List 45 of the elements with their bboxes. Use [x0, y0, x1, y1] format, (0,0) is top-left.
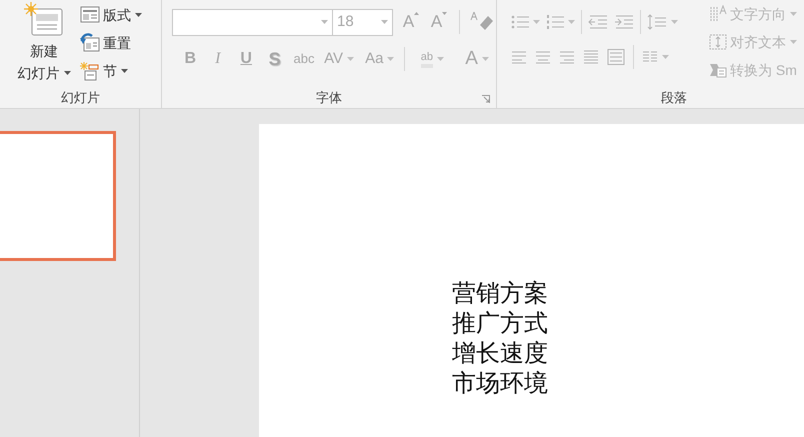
- layout-icon: [80, 5, 100, 25]
- caret-icon: [482, 57, 489, 61]
- line-spacing-icon: [647, 14, 667, 30]
- group-label: 幻灯片: [60, 89, 101, 107]
- numbering-icon: [546, 14, 564, 30]
- section-icon: [80, 61, 100, 81]
- caret-icon: [121, 69, 128, 73]
- caret-icon: [442, 12, 448, 15]
- layout-button[interactable]: 版式: [80, 4, 142, 26]
- caret-icon: [437, 57, 444, 61]
- align-center-icon: [535, 49, 551, 65]
- justify-icon: [583, 49, 599, 65]
- caret-icon: [414, 12, 420, 15]
- slide-text-line: 推广方式: [452, 308, 548, 338]
- align-left-icon: [511, 49, 527, 65]
- caret-icon: [790, 40, 797, 44]
- caret-icon: [321, 20, 328, 24]
- reset-button[interactable]: 重置: [80, 32, 142, 54]
- align-right-icon: [559, 49, 575, 65]
- caret-icon: [347, 57, 354, 61]
- slide-thumbnail[interactable]: [0, 131, 116, 261]
- reset-icon: [80, 33, 100, 53]
- distribute-icon: [607, 49, 625, 65]
- bullets-icon: [511, 14, 529, 30]
- smartart-icon: [709, 61, 727, 79]
- slide-text-line: 营销方案: [452, 278, 548, 308]
- caret-icon: [64, 71, 70, 75]
- direction-icon: [709, 5, 727, 23]
- caret-icon: [533, 20, 540, 24]
- group-label: 字体: [316, 89, 342, 107]
- caret-icon: [135, 13, 142, 17]
- caret-icon: [387, 57, 394, 61]
- increase-indent-icon: [614, 14, 634, 30]
- caret-icon: [662, 55, 669, 59]
- group-label: 段落: [661, 89, 687, 108]
- section-button[interactable]: 节: [80, 60, 142, 82]
- caret-icon: [568, 20, 575, 24]
- caret-icon: [790, 12, 797, 16]
- caret-icon: [381, 20, 388, 24]
- align-icon: [709, 33, 727, 51]
- new-slide-button[interactable]: 新建 幻灯片: [12, 2, 76, 88]
- slide-text-line: 增长速度: [452, 338, 548, 368]
- caret-icon: [671, 20, 678, 24]
- slide-text-line: 市场环境: [452, 368, 548, 398]
- decrease-indent-icon: [588, 14, 608, 30]
